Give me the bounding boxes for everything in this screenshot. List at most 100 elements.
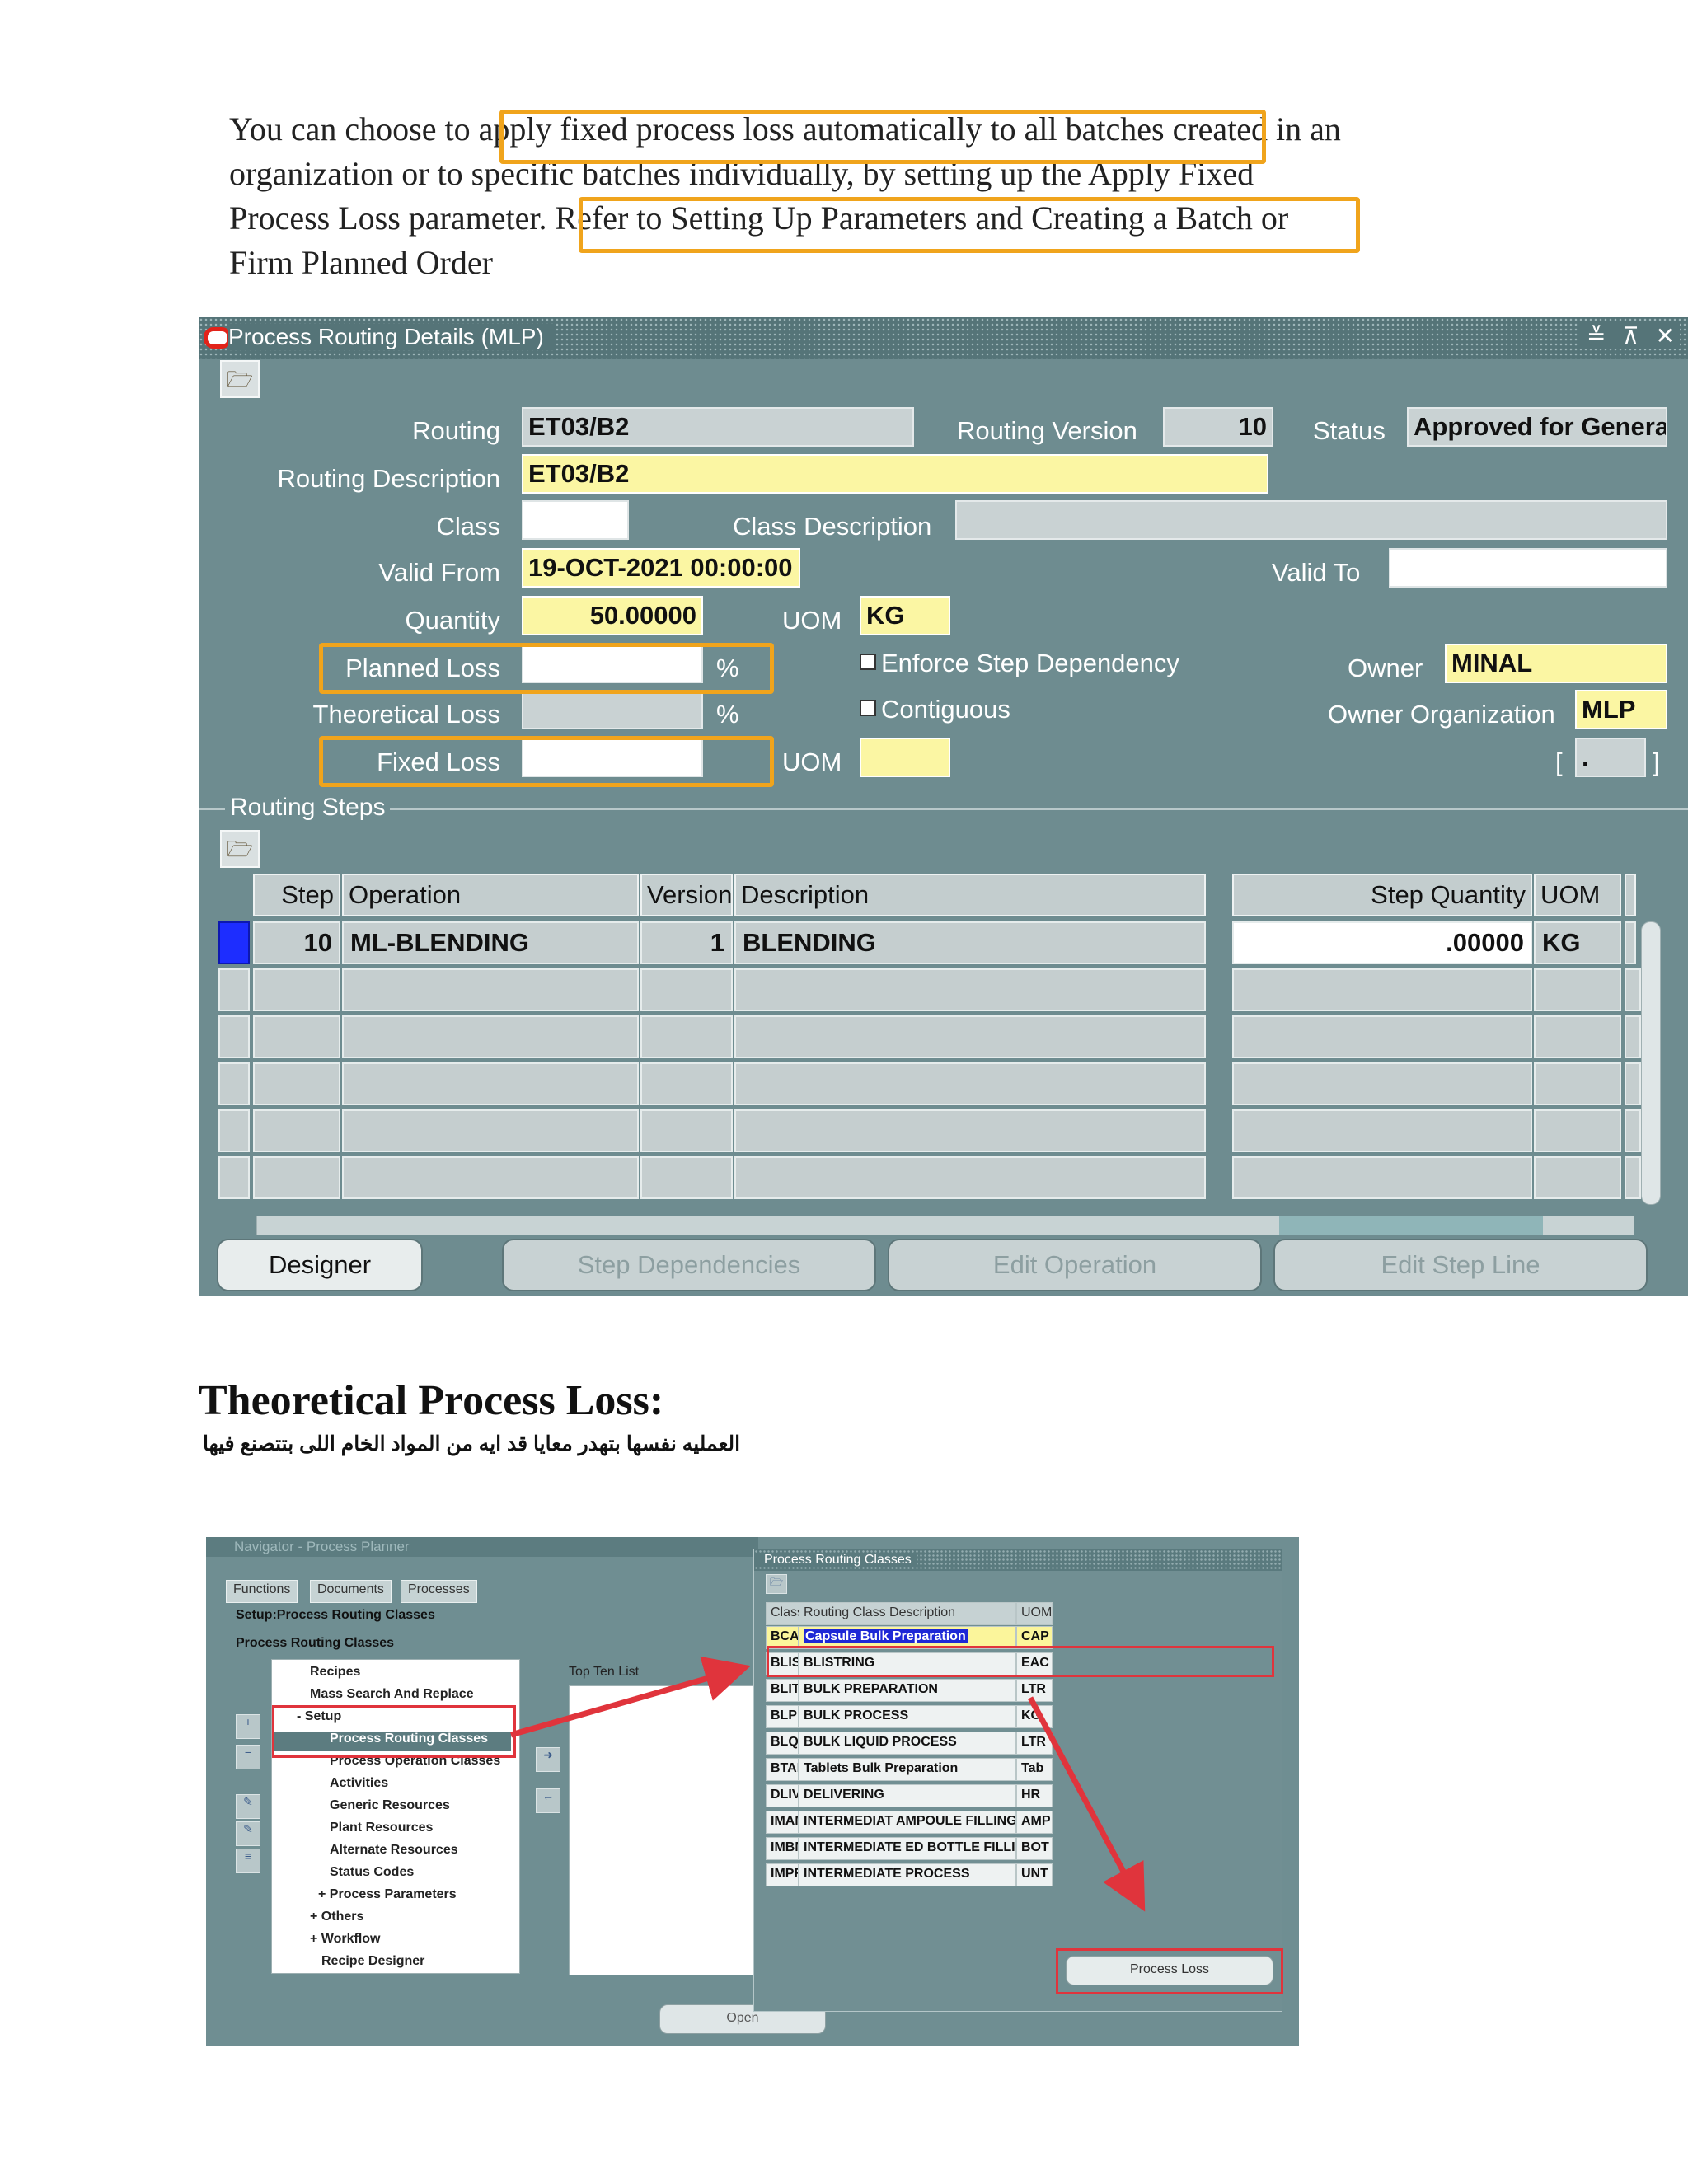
- theoretical-loss-field[interactable]: [522, 690, 703, 729]
- step-quantity-cell[interactable]: .00000: [1232, 921, 1532, 964]
- fixed-loss-field[interactable]: [522, 738, 703, 777]
- empty-cell[interactable]: [640, 1156, 733, 1199]
- empty-cell[interactable]: [1534, 1109, 1621, 1152]
- empty-cell[interactable]: [1625, 1109, 1641, 1152]
- flex-close-bracket: ]: [1653, 748, 1660, 776]
- designer-button[interactable]: Designer: [217, 1239, 423, 1291]
- folder-icon[interactable]: 🗁: [220, 360, 260, 398]
- uom-label: UOM: [782, 606, 842, 635]
- empty-cell[interactable]: [253, 1156, 340, 1199]
- empty-cell[interactable]: [1625, 1062, 1641, 1105]
- class-field[interactable]: [522, 500, 629, 540]
- empty-cell[interactable]: [1625, 1015, 1641, 1058]
- intro-line-3: Process Loss parameter. Refer to Setting…: [229, 199, 1289, 237]
- row-selector[interactable]: [218, 1015, 250, 1058]
- col-header-operation[interactable]: Operation: [342, 874, 639, 916]
- uom-cell[interactable]: KG: [1534, 921, 1621, 964]
- empty-cell[interactable]: [734, 1109, 1206, 1152]
- empty-cell[interactable]: [1232, 1109, 1532, 1152]
- empty-cell[interactable]: [1625, 968, 1641, 1011]
- routing-description-label: Routing Description: [277, 464, 500, 493]
- empty-cell[interactable]: [342, 1062, 639, 1105]
- intro-line-1: You can choose to apply fixed process lo…: [229, 110, 1341, 148]
- folder-icon[interactable]: 🗁: [220, 830, 260, 868]
- empty-cell[interactable]: [1534, 1062, 1621, 1105]
- empty-cell[interactable]: [734, 968, 1206, 1011]
- status-field[interactable]: Approved for Genera: [1407, 407, 1667, 447]
- routing-label: Routing: [412, 416, 500, 445]
- step-dependencies-button[interactable]: Step Dependencies: [502, 1239, 876, 1291]
- empty-cell[interactable]: [342, 1015, 639, 1058]
- valid-from-field[interactable]: 19-OCT-2021 00:00:00: [522, 548, 800, 588]
- quantity-field[interactable]: 50.00000: [522, 596, 703, 635]
- empty-cell[interactable]: [640, 1109, 733, 1152]
- empty-cell[interactable]: [1232, 1015, 1532, 1058]
- empty-cell[interactable]: [734, 1062, 1206, 1105]
- class-description-label: Class Description: [733, 512, 932, 541]
- fixed-loss-uom-field[interactable]: [860, 738, 950, 777]
- empty-cell[interactable]: [640, 1062, 733, 1105]
- planned-loss-field[interactable]: [522, 644, 703, 683]
- routing-field[interactable]: ET03/B2: [522, 407, 914, 447]
- step-cell[interactable]: 10: [253, 921, 340, 964]
- window-controls-icon[interactable]: ≚ ⊼ ✕: [1578, 322, 1680, 349]
- status-label: Status: [1313, 416, 1386, 445]
- navigator-screenshot: Navigator - Process Planner Functions Do…: [206, 1537, 1299, 2046]
- edit-operation-button[interactable]: Edit Operation: [888, 1239, 1262, 1291]
- empty-cell[interactable]: [1625, 1156, 1641, 1199]
- empty-cell[interactable]: [342, 1156, 639, 1199]
- enforce-step-dependency-label: Enforce Step Dependency: [881, 649, 1179, 677]
- routing-description-field[interactable]: ET03/B2: [522, 454, 1268, 494]
- empty-cell[interactable]: [734, 1015, 1206, 1058]
- operation-cell[interactable]: ML-BLENDING: [342, 921, 639, 964]
- class-description-field[interactable]: [955, 500, 1667, 540]
- empty-cell[interactable]: [253, 968, 340, 1011]
- empty-cell[interactable]: [1534, 968, 1621, 1011]
- horizontal-scrollbar[interactable]: [256, 1216, 1634, 1235]
- description-cell[interactable]: BLENDING: [734, 921, 1206, 964]
- uom-field[interactable]: KG: [860, 596, 950, 635]
- empty-cell[interactable]: [1534, 1156, 1621, 1199]
- empty-cell[interactable]: [1232, 968, 1532, 1011]
- col-header-version[interactable]: Version: [640, 874, 733, 916]
- row-selector[interactable]: [218, 968, 250, 1011]
- planned-loss-label: Planned Loss: [345, 654, 500, 682]
- scrollbar-thumb[interactable]: [1279, 1216, 1543, 1235]
- col-header-step-quantity[interactable]: Step Quantity: [1232, 874, 1532, 916]
- row-selector[interactable]: [218, 1156, 250, 1199]
- empty-cell[interactable]: [253, 1109, 340, 1152]
- empty-cell[interactable]: [253, 1062, 340, 1105]
- empty-cell[interactable]: [640, 1015, 733, 1058]
- empty-cell[interactable]: [640, 968, 733, 1011]
- valid-to-field[interactable]: [1389, 548, 1667, 588]
- routing-version-field[interactable]: 10: [1163, 407, 1273, 447]
- empty-cell[interactable]: [342, 968, 639, 1011]
- process-routing-details-window: Process Routing Details (MLP) ≚ ⊼ ✕ 🗁 Ro…: [199, 317, 1688, 1296]
- edit-step-line-button[interactable]: Edit Step Line: [1273, 1239, 1648, 1291]
- row-selector[interactable]: [218, 1109, 250, 1152]
- routing-version-label: Routing Version: [957, 416, 1137, 445]
- owner-field[interactable]: MINAL: [1445, 644, 1667, 683]
- flex-field[interactable]: .: [1575, 738, 1646, 777]
- oracle-logo-icon: [204, 327, 232, 349]
- empty-cell[interactable]: [342, 1109, 639, 1152]
- vertical-scrollbar[interactable]: [1641, 921, 1661, 1205]
- empty-cell[interactable]: [1232, 1156, 1532, 1199]
- empty-cell[interactable]: [253, 1015, 340, 1058]
- row-selector[interactable]: [218, 1062, 250, 1105]
- col-header-step[interactable]: Step: [253, 874, 340, 916]
- contiguous-label: Contiguous: [881, 695, 1010, 724]
- extra-cell: [1625, 921, 1636, 964]
- empty-cell[interactable]: [1534, 1015, 1621, 1058]
- enforce-step-dependency-checkbox[interactable]: [860, 654, 876, 670]
- col-header-description[interactable]: Description: [734, 874, 1206, 916]
- version-cell[interactable]: 1: [640, 921, 733, 964]
- row-selector-active[interactable]: [218, 921, 250, 964]
- col-header-uom[interactable]: UOM: [1534, 874, 1621, 916]
- section-heading: Theoretical Process Loss:: [199, 1377, 664, 1424]
- owner-organization-label: Owner Organization: [1328, 700, 1555, 729]
- empty-cell[interactable]: [734, 1156, 1206, 1199]
- owner-organization-field[interactable]: MLP: [1575, 690, 1667, 729]
- contiguous-checkbox[interactable]: [860, 700, 876, 716]
- empty-cell[interactable]: [1232, 1062, 1532, 1105]
